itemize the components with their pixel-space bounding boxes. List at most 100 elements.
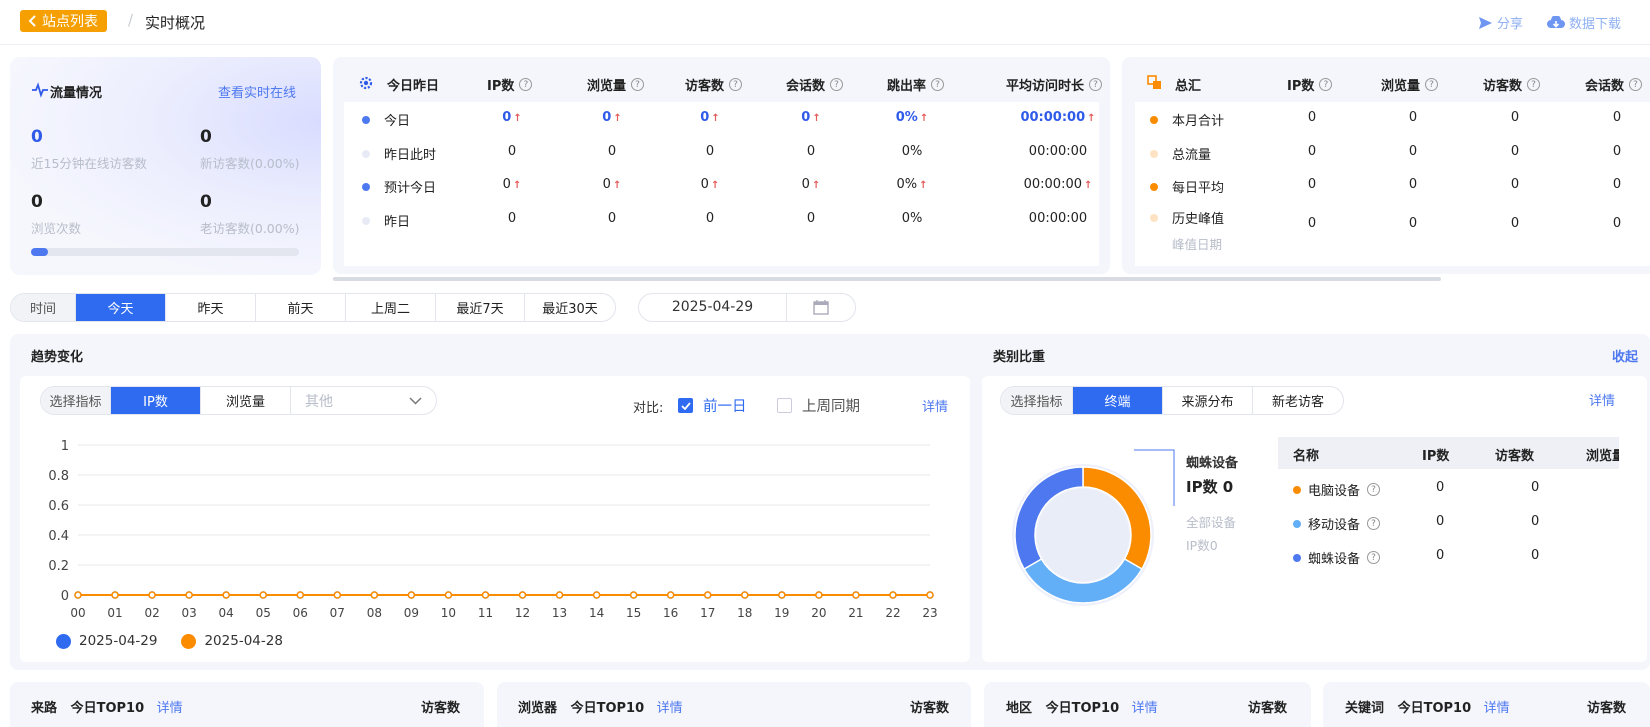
calendar-icon[interactable]	[787, 300, 855, 315]
back-to-site-list-button[interactable]: 站点列表	[20, 10, 107, 32]
series-point[interactable]	[592, 591, 601, 599]
series-point[interactable]	[481, 591, 490, 599]
series-point[interactable]	[518, 591, 527, 599]
series-point[interactable]	[370, 591, 379, 599]
date-picker-value[interactable]: 2025-04-29	[639, 294, 787, 321]
help-icon[interactable]: ?	[729, 78, 743, 91]
checkbox-checked-icon[interactable]	[678, 398, 693, 413]
metric-tab-ip[interactable]: IP数	[111, 387, 201, 414]
today-row-label: 今日	[362, 110, 410, 129]
today-cell-value: 00:00:00	[1020, 110, 1086, 125]
referrer-detail-link[interactable]: 详情	[157, 701, 183, 716]
series-point[interactable]	[333, 591, 342, 599]
today-cell: 00:00:00 ↑	[998, 110, 1118, 125]
today-row-label-text: 今日	[384, 114, 411, 129]
series-point[interactable]	[111, 591, 119, 599]
today-col-header-1: 浏览量?	[587, 75, 645, 94]
series-point[interactable]	[444, 591, 453, 599]
share-button[interactable]: 分享	[1478, 13, 1523, 32]
summary-row-label-text: 每日平均	[1172, 181, 1225, 196]
summary-title: 总汇	[1175, 79, 1202, 94]
help-icon[interactable]: ?	[931, 78, 945, 91]
series-point[interactable]	[259, 591, 267, 599]
x-tick-label: 16	[663, 606, 678, 620]
series-point[interactable]	[741, 591, 749, 599]
series-point[interactable]	[666, 591, 675, 599]
legend-item-today[interactable]: 2025-04-29	[56, 633, 157, 649]
x-tick-label: 20	[811, 606, 826, 620]
horizontal-scrollbar[interactable]	[333, 277, 1441, 281]
tab-today[interactable]: 今天	[76, 294, 166, 321]
summary-row-label-text: 总流量	[1172, 148, 1212, 163]
x-tick-label: 05	[256, 606, 271, 620]
tab-yesterday[interactable]: 昨天	[166, 294, 256, 321]
series-point[interactable]	[629, 591, 638, 599]
category-detail-link[interactable]: 详情	[1589, 390, 1615, 409]
summary-col-header-label: IP数	[1287, 79, 1315, 94]
help-icon[interactable]: ?	[1367, 551, 1381, 564]
help-icon[interactable]: ?	[519, 78, 533, 91]
today-row-label-text: 昨日	[384, 215, 411, 230]
series-point[interactable]	[185, 591, 193, 599]
series-point[interactable]	[703, 591, 712, 599]
metric-other-select[interactable]: 其他	[291, 387, 436, 414]
series-point[interactable]	[555, 591, 564, 599]
keyword-detail-link[interactable]: 详情	[1484, 701, 1510, 716]
help-icon[interactable]: ?	[631, 78, 645, 91]
browser-detail-link[interactable]: 详情	[657, 701, 683, 716]
legend-item-yesterday[interactable]: 2025-04-28	[181, 633, 283, 649]
trend-detail-link[interactable]: 详情	[922, 396, 948, 415]
summary-cell: 0	[1612, 177, 1622, 192]
series-point[interactable]	[407, 591, 416, 599]
help-icon[interactable]: ?	[1319, 78, 1333, 91]
series-point[interactable]	[852, 591, 860, 599]
help-icon[interactable]: ?	[1367, 517, 1381, 530]
series-point[interactable]	[778, 591, 786, 599]
metric-tab-pageviews[interactable]: 浏览量	[201, 387, 291, 414]
series-point[interactable]	[148, 591, 156, 599]
region-title-text: 地区	[1006, 701, 1033, 716]
category-tab-source[interactable]: 来源分布	[1163, 387, 1253, 414]
today-cell-value: 0	[502, 177, 511, 192]
x-tick-label: 01	[107, 606, 122, 620]
series-point[interactable]	[74, 591, 82, 599]
series-point[interactable]	[222, 591, 230, 599]
help-icon[interactable]: ?	[1089, 78, 1103, 91]
category-metric-selector: 选择指标 终端 来源分布 新老访客	[1000, 386, 1344, 415]
series-point[interactable]	[926, 591, 934, 599]
tab-last-30-days[interactable]: 最近30天	[525, 294, 615, 321]
compare-last-week-checkbox[interactable]: 上周同期	[777, 395, 860, 416]
help-icon[interactable]: ?	[1425, 78, 1439, 91]
online-visitors-label: 近15分钟在线访客数	[31, 156, 147, 171]
help-icon[interactable]: ?	[1367, 483, 1381, 496]
series-point[interactable]	[815, 591, 823, 599]
help-icon[interactable]: ?	[830, 78, 844, 91]
summary-cell: 0	[1612, 144, 1622, 159]
region-detail-link[interactable]: 详情	[1132, 701, 1158, 716]
tab-last-tuesday[interactable]: 上周二	[346, 294, 436, 321]
series-point[interactable]	[889, 591, 897, 599]
summary-col-header-1: 浏览量?	[1381, 75, 1439, 94]
arrow-up-icon: ↑	[612, 180, 622, 191]
new-visitors-label: 新访客数(0.00%)	[200, 156, 300, 171]
x-tick-label: 11	[478, 606, 493, 620]
help-icon[interactable]: ?	[1527, 78, 1541, 91]
checkbox-unchecked-icon[interactable]	[777, 398, 792, 413]
series-point[interactable]	[296, 591, 305, 599]
tab-last-7-days[interactable]: 最近7天	[436, 294, 525, 321]
category-tab-new-old[interactable]: 新老访客	[1253, 387, 1343, 414]
category-tab-terminal[interactable]: 终端	[1073, 387, 1163, 414]
category-metric-label: 选择指标	[1001, 387, 1073, 414]
x-tick-label: 18	[737, 606, 752, 620]
date-picker[interactable]: 2025-04-29	[638, 293, 856, 322]
device-row-ip: 0	[1436, 548, 1445, 563]
help-icon[interactable]: ?	[1629, 78, 1643, 91]
tab-day-before[interactable]: 前天	[256, 294, 346, 321]
today-cell-value: 0%	[895, 110, 918, 125]
x-tick-label: 10	[441, 606, 456, 620]
download-data-button[interactable]: 数据下载	[1547, 13, 1621, 32]
collapse-link[interactable]: 收起	[1612, 346, 1638, 365]
referrer-sub: 今日TOP10	[70, 701, 145, 716]
compare-prev-day-checkbox[interactable]: 前一日	[678, 395, 747, 416]
view-realtime-link[interactable]: 查看实时在线	[218, 82, 296, 101]
